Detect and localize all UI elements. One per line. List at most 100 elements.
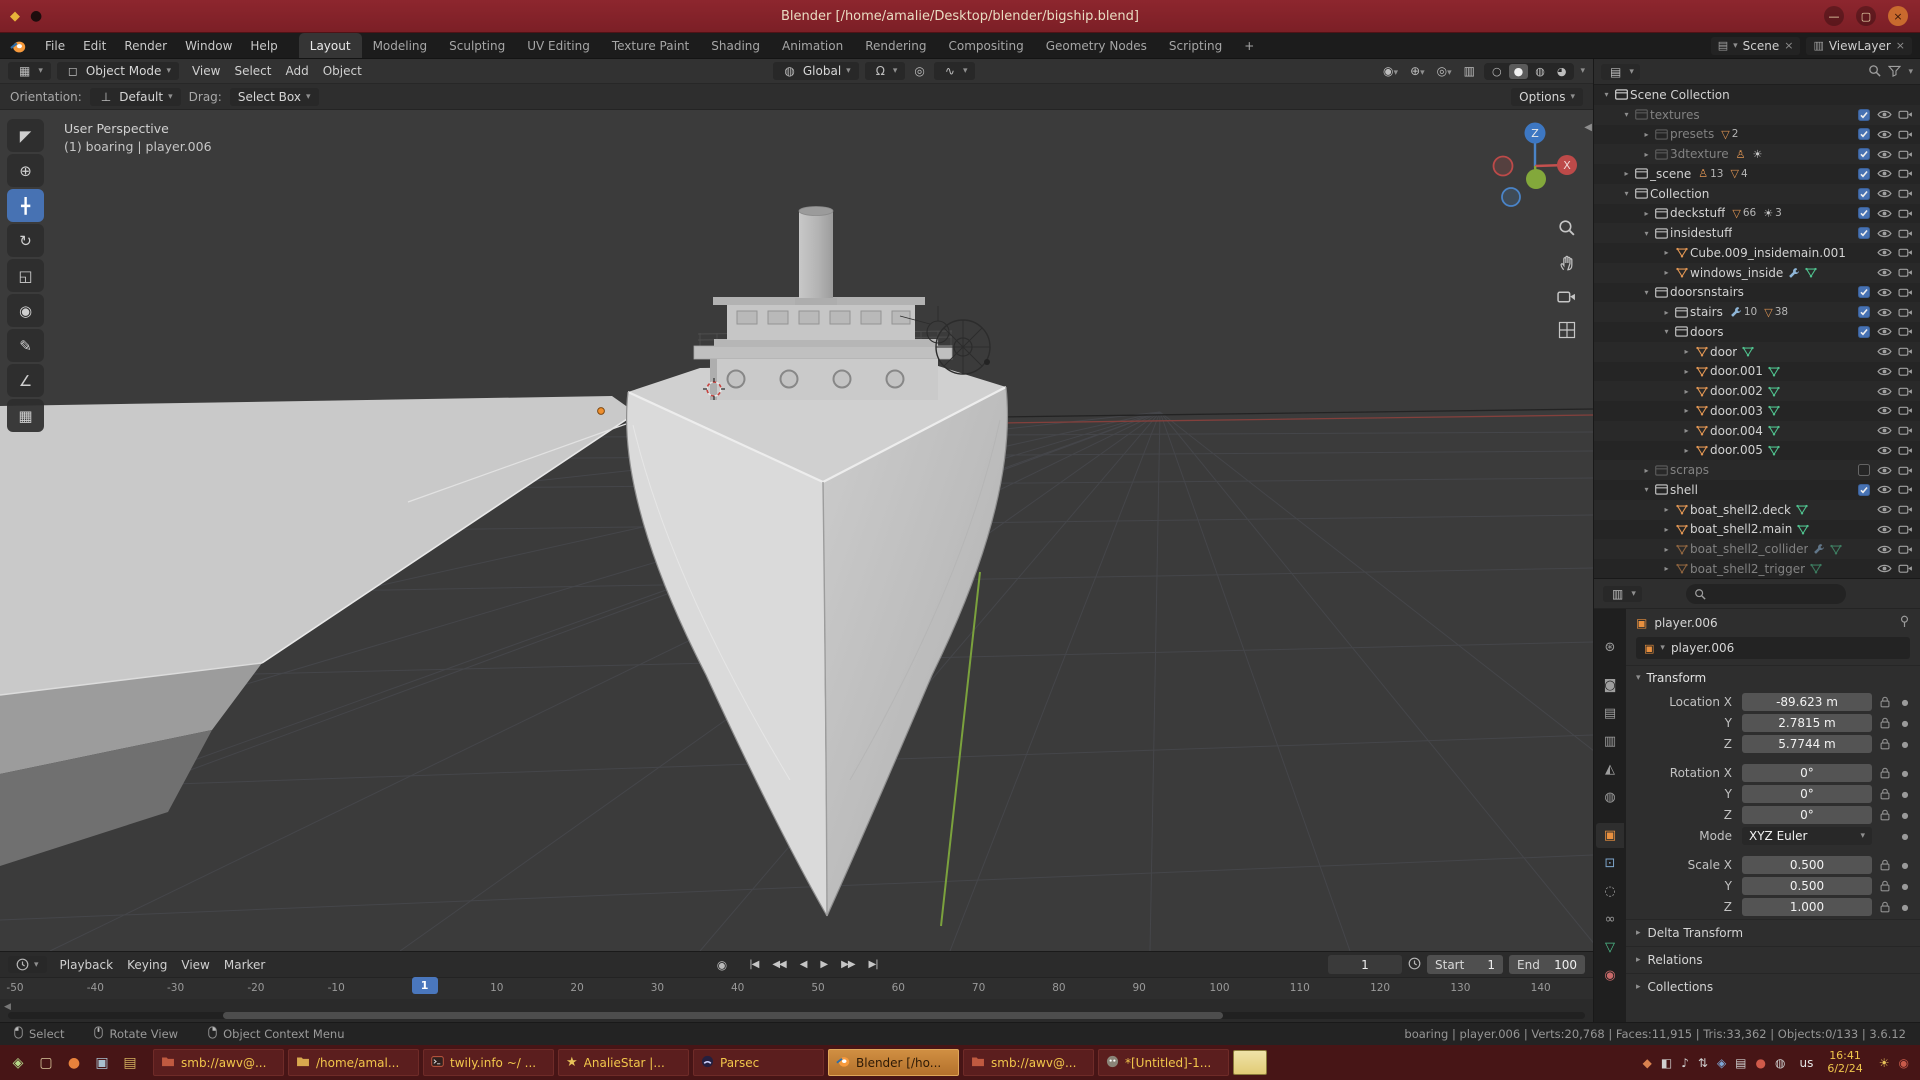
files-launcher[interactable]: ▤ xyxy=(117,1050,143,1076)
exclude-checkbox[interactable] xyxy=(1853,109,1874,121)
timeline-scrollbar[interactable] xyxy=(223,1012,1223,1019)
workspace-tab-modeling[interactable]: Modeling xyxy=(362,33,439,58)
expand-arrow-icon[interactable]: ▸ xyxy=(1680,367,1693,376)
menu-launcher[interactable]: ◈ xyxy=(5,1050,31,1076)
disable-render-toggle[interactable] xyxy=(1895,267,1916,278)
axis-negz-ball[interactable] xyxy=(1502,188,1520,206)
hide-eye-toggle[interactable] xyxy=(1874,405,1895,416)
terminal-launcher[interactable]: ▣ xyxy=(89,1050,115,1076)
scene-selector[interactable]: ▤ ▾ Scene × xyxy=(1711,37,1801,55)
add-workspace-button[interactable]: + xyxy=(1233,33,1265,58)
workspace-tab-compositing[interactable]: Compositing xyxy=(937,33,1034,58)
drag-value-selector[interactable]: Select Box▾ xyxy=(230,88,319,106)
window-titlebar[interactable]: ◆ ● Blender [/home/amalie/Desktop/blende… xyxy=(0,0,1920,33)
hide-eye-toggle[interactable] xyxy=(1874,188,1895,200)
viewport-menu-object[interactable]: Object xyxy=(316,64,369,78)
outliner-row[interactable]: ▸windows_inside xyxy=(1594,263,1920,283)
exclude-checkbox[interactable] xyxy=(1853,484,1874,496)
cursor-tool[interactable]: ⊕ xyxy=(7,154,44,187)
disable-render-toggle[interactable] xyxy=(1895,445,1916,456)
expand-arrow-icon[interactable]: ▾ xyxy=(1660,327,1673,336)
timeline-menu-playback[interactable]: Playback xyxy=(53,958,121,972)
disable-render-toggle[interactable] xyxy=(1895,386,1916,397)
options-dropdown[interactable]: Options▾ xyxy=(1511,88,1583,106)
outliner-row[interactable]: ▾textures xyxy=(1594,105,1920,125)
shading-dropdown-icon[interactable]: ▾ xyxy=(1580,66,1585,76)
properties-tab-scene[interactable]: ◭ xyxy=(1596,757,1624,782)
expand-arrow-icon[interactable]: ▸ xyxy=(1660,545,1673,554)
hide-eye-toggle[interactable] xyxy=(1874,227,1895,239)
hide-eye-toggle[interactable] xyxy=(1874,445,1895,456)
exclude-checkbox[interactable] xyxy=(1853,207,1874,219)
transform-scale-x-field[interactable]: 0.500 xyxy=(1742,856,1872,874)
remove-viewlayer-icon[interactable]: × xyxy=(1896,39,1905,52)
lock-icon[interactable] xyxy=(1876,767,1894,779)
power-tray-icon[interactable]: ◉ xyxy=(1899,1056,1909,1070)
lock-icon[interactable] xyxy=(1876,717,1894,729)
properties-tab-constraints[interactable]: ∞ xyxy=(1596,907,1624,932)
disable-render-toggle[interactable] xyxy=(1895,148,1916,160)
lock-icon[interactable] xyxy=(1876,880,1894,892)
lock-icon[interactable] xyxy=(1876,696,1894,708)
annotate-tool[interactable]: ✎ xyxy=(7,329,44,362)
workspace-tab-shading[interactable]: Shading xyxy=(700,33,771,58)
use-preview-range-icon[interactable] xyxy=(1408,957,1421,973)
hide-eye-toggle[interactable] xyxy=(1874,366,1895,377)
tweak-select-tool[interactable]: ◤ xyxy=(7,119,44,152)
orientation-value-selector[interactable]: ⊥Default▾ xyxy=(90,88,181,106)
exclude-checkbox[interactable] xyxy=(1853,286,1874,298)
properties-tab-material[interactable]: ◉ xyxy=(1596,963,1624,988)
viewport-menu-add[interactable]: Add xyxy=(278,64,315,78)
disable-render-toggle[interactable] xyxy=(1895,306,1916,318)
clipboard-tray-icon[interactable]: ▤ xyxy=(1735,1056,1746,1070)
workspace-tab-rendering[interactable]: Rendering xyxy=(854,33,937,58)
workspace-tab-geometry-nodes[interactable]: Geometry Nodes xyxy=(1035,33,1158,58)
navigation-gizmo[interactable]: Z X xyxy=(1489,116,1581,216)
exclude-checkbox[interactable] xyxy=(1853,425,1874,436)
transform-y-field[interactable]: 0° xyxy=(1742,785,1872,803)
axis-negx-ball[interactable] xyxy=(1494,157,1513,176)
exclude-checkbox[interactable] xyxy=(1853,306,1874,318)
outliner-row[interactable]: ▸door.002 xyxy=(1594,381,1920,401)
workspace-tab-texture-paint[interactable]: Texture Paint xyxy=(601,33,700,58)
expand-arrow-icon[interactable]: ▾ xyxy=(1620,189,1633,198)
outliner-row[interactable]: ▸boat_shell2_trigger xyxy=(1594,559,1920,578)
camera-view-icon[interactable] xyxy=(1557,289,1576,308)
hide-eye-toggle[interactable] xyxy=(1874,168,1895,180)
animate-toggle[interactable]: ● xyxy=(1898,740,1912,749)
minimize-button[interactable]: — xyxy=(1824,6,1844,26)
transform-y-field[interactable]: 2.7815 m xyxy=(1742,714,1872,732)
properties-tab-object[interactable]: ▣ xyxy=(1596,823,1624,848)
taskbar-window-twily-info[interactable]: twily.info ~/ ... xyxy=(423,1049,554,1076)
disable-render-toggle[interactable] xyxy=(1895,326,1916,338)
hide-eye-toggle[interactable] xyxy=(1874,148,1895,160)
hide-eye-toggle[interactable] xyxy=(1874,306,1895,318)
animate-toggle[interactable]: ● xyxy=(1898,861,1912,870)
hide-eye-toggle[interactable] xyxy=(1874,286,1895,298)
exclude-checkbox[interactable] xyxy=(1853,405,1874,416)
transform-z-field[interactable]: 1.000 xyxy=(1742,898,1872,916)
hide-eye-toggle[interactable] xyxy=(1874,346,1895,357)
panel-delta-transform[interactable]: ▸Delta Transform xyxy=(1626,919,1920,946)
hide-eye-toggle[interactable] xyxy=(1874,504,1895,515)
hide-eye-toggle[interactable] xyxy=(1874,109,1895,121)
outliner-row[interactable]: ▾doorsnstairs xyxy=(1594,283,1920,303)
expand-arrow-icon[interactable]: ▸ xyxy=(1660,268,1673,277)
redshift-tray-icon[interactable]: ● xyxy=(1756,1056,1766,1070)
properties-editor-selector[interactable]: ▥▾ xyxy=(1603,586,1642,602)
animate-toggle[interactable]: ● xyxy=(1898,790,1912,799)
transform-z-field[interactable]: 5.7744 m xyxy=(1742,735,1872,753)
exclude-checkbox[interactable] xyxy=(1853,524,1874,535)
expand-arrow-icon[interactable]: ▸ xyxy=(1640,209,1653,218)
timeline-menu-view[interactable]: View xyxy=(174,958,216,972)
timeline-menu-marker[interactable]: Marker xyxy=(217,958,272,972)
outliner-row[interactable]: ▸door.001 xyxy=(1594,362,1920,382)
exclude-checkbox[interactable] xyxy=(1853,544,1874,555)
outliner-row[interactable]: ▸boat_shell2.main xyxy=(1594,520,1920,540)
snapping-toggle[interactable]: Ω▾ xyxy=(865,62,906,80)
disable-render-toggle[interactable] xyxy=(1895,544,1916,555)
viewport-canvas[interactable] xyxy=(0,110,1593,951)
timeline-ruler[interactable]: -50-40-30-20-101020304050607080901001101… xyxy=(0,977,1593,999)
jump-to-prev-keyframe-button[interactable]: ◀◀ xyxy=(766,958,791,971)
timeline-editor-selector[interactable]: ▾ xyxy=(8,956,47,973)
